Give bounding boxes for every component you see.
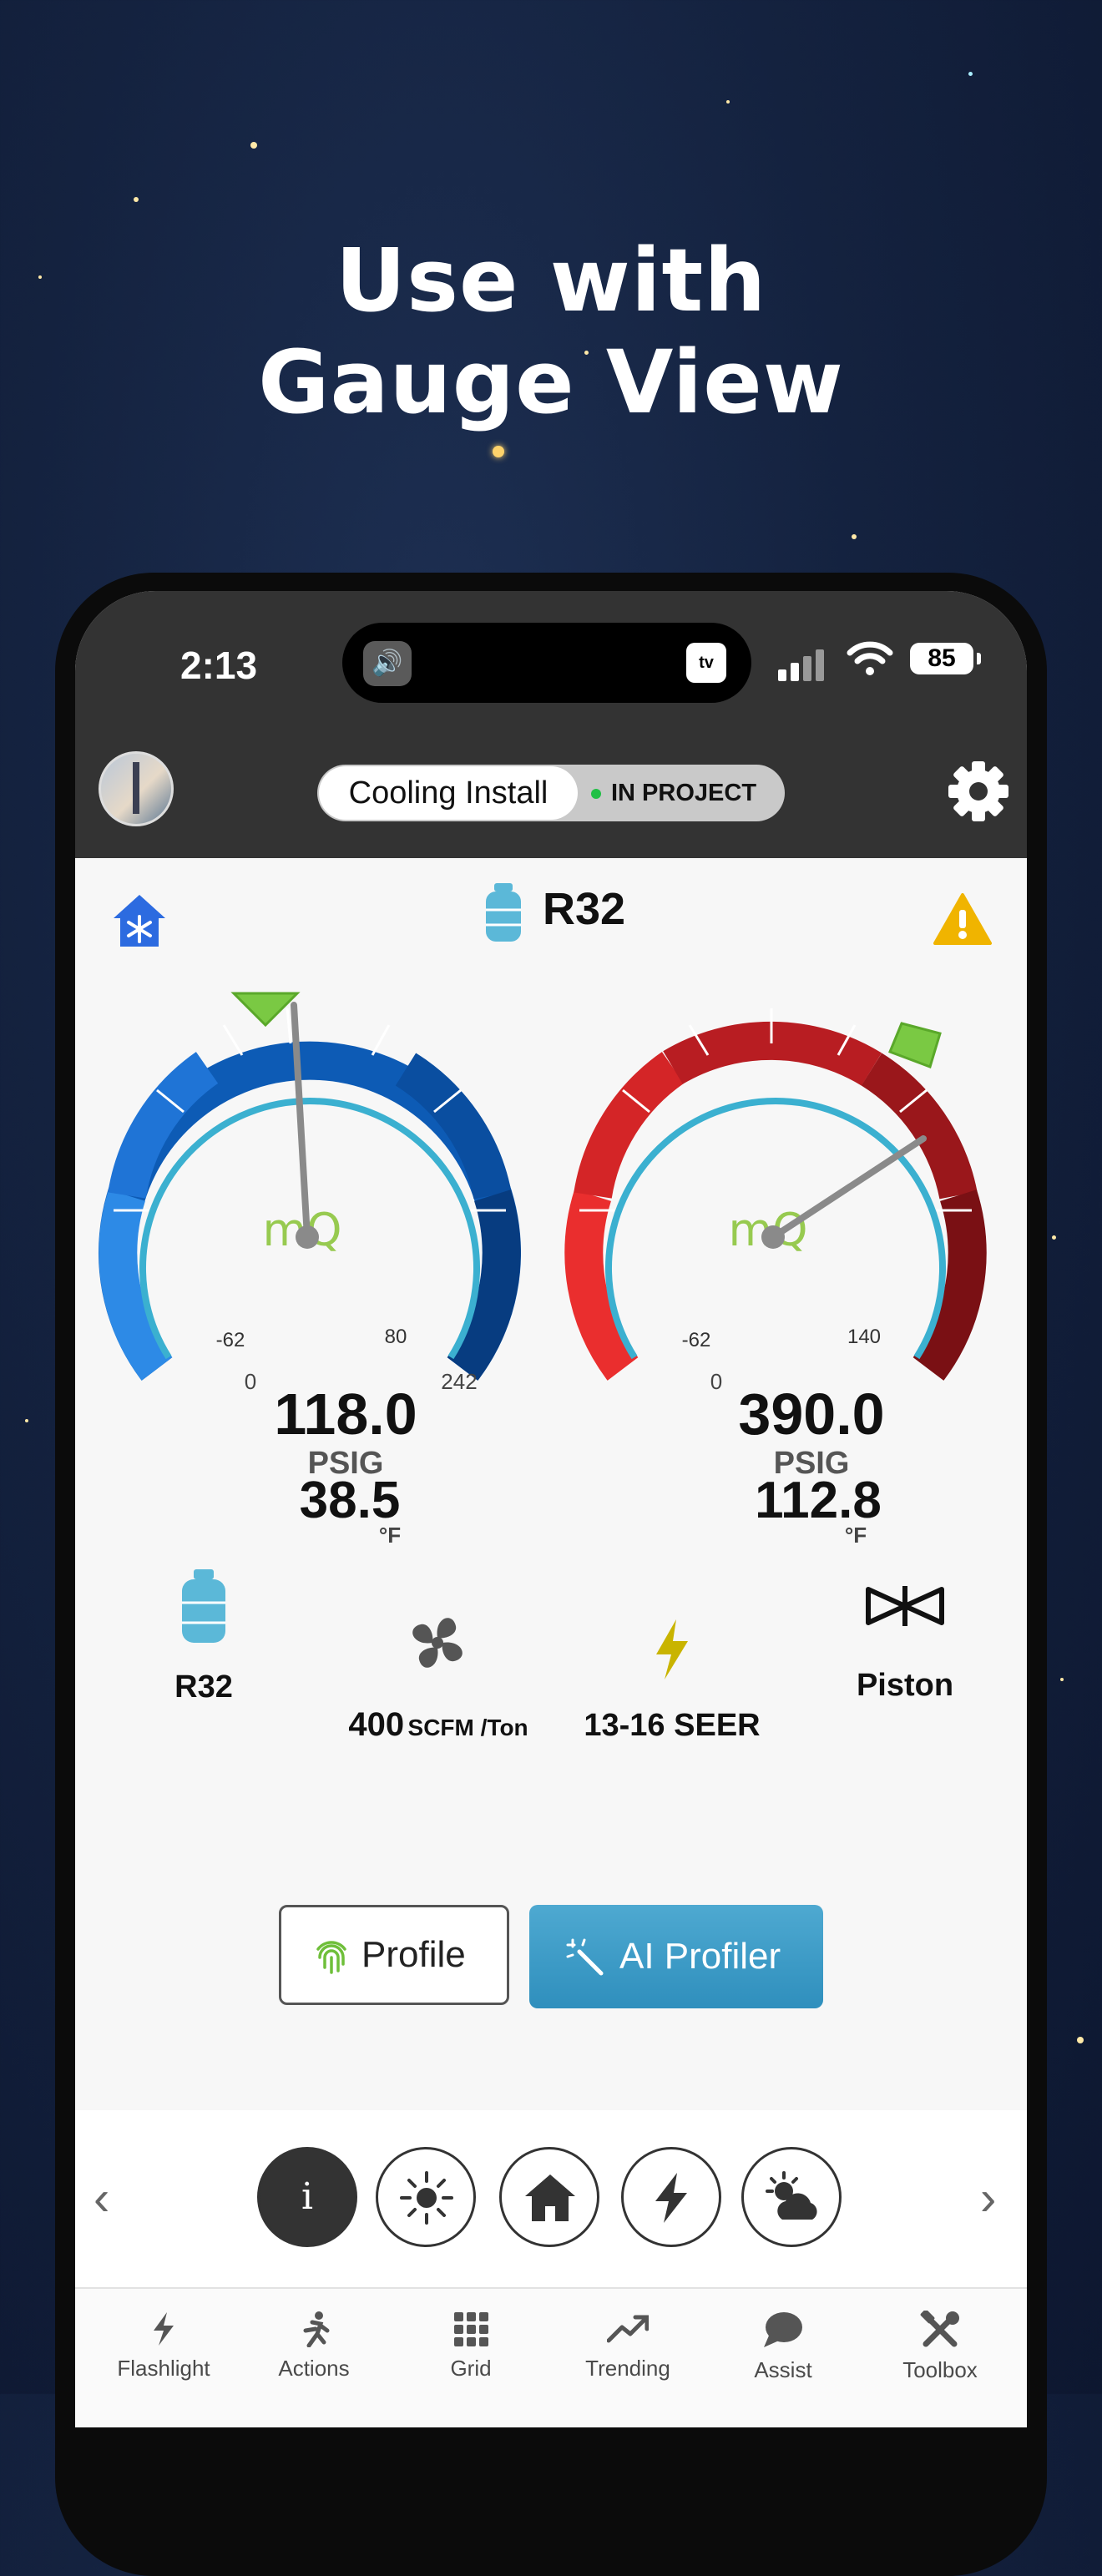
liquid-temp-unit: °F	[844, 1523, 867, 1548]
chevron-left-icon[interactable]: ‹	[94, 2170, 109, 2226]
project-toggle[interactable]: Cooling Install IN PROJECT	[317, 765, 785, 821]
bolt-mode-icon[interactable]	[621, 2147, 721, 2247]
tools-icon	[920, 2311, 959, 2347]
suction-gauge[interactable]: mQ	[97, 983, 521, 1384]
tab-grid[interactable]: Grid	[396, 2311, 546, 2382]
chevron-right-icon[interactable]: ›	[980, 2170, 996, 2226]
info-efficiency[interactable]: 13-16 SEER	[559, 1708, 785, 1744]
liquid-temp-max: 140	[847, 1326, 882, 1348]
sun-icon[interactable]	[376, 2147, 476, 2247]
liquid-pressure-unit: PSIG	[773, 1446, 850, 1481]
headline-line-1: Use with	[335, 230, 767, 331]
profile-button-label: Profile	[361, 1934, 466, 1975]
warning-icon[interactable]	[933, 893, 992, 945]
info-refrigerant[interactable]: R32	[129, 1669, 279, 1705]
suction-pressure: 118.0	[274, 1381, 417, 1447]
flashlight-icon	[154, 2312, 174, 2346]
liquid-temp-min: -62	[681, 1329, 711, 1351]
tab-actions[interactable]: Actions	[239, 2311, 389, 2382]
ai-profiler-button[interactable]: AI Profiler	[529, 1905, 823, 2008]
fingerprint-icon	[316, 1941, 346, 1974]
home-cooling-icon[interactable]	[110, 891, 169, 950]
house-icon[interactable]	[499, 2147, 599, 2247]
status-time: 2:13	[180, 644, 258, 687]
apple-tv-icon: tv	[686, 643, 726, 683]
fan-icon[interactable]	[406, 1611, 469, 1674]
running-person-icon	[303, 2311, 330, 2347]
wifi-icon	[847, 641, 893, 675]
suction-pressure-unit: PSIG	[307, 1446, 384, 1481]
gear-icon[interactable]	[945, 758, 1012, 825]
refrigerant-title: R32	[543, 884, 626, 934]
suction-temp-min: -62	[215, 1329, 245, 1351]
dynamic-island: 🔊 tv	[342, 623, 751, 703]
project-state: IN PROJECT	[591, 765, 756, 821]
grid-icon	[454, 2312, 488, 2346]
weather-icon[interactable]	[741, 2147, 842, 2247]
refrigerant-tank-icon	[486, 883, 521, 942]
avatar[interactable]	[99, 751, 174, 826]
tab-trending[interactable]: Trending	[553, 2311, 703, 2382]
tab-assist[interactable]: Assist	[708, 2311, 858, 2383]
tab-flashlight[interactable]: Flashlight	[88, 2311, 239, 2382]
status-icons: 85	[778, 639, 995, 681]
trending-icon	[607, 2315, 649, 2343]
ai-profiler-label: AI Profiler	[619, 1936, 781, 1977]
battery-indicator: 85	[910, 643, 973, 674]
app-header: 2:13 🔊 tv 85 Cooling Install IN PROJECT	[75, 591, 1027, 858]
profile-button[interactable]: Profile	[279, 1905, 509, 2005]
liquid-gauge[interactable]: mQ	[563, 983, 987, 1384]
suction-temp-unit: °F	[378, 1523, 402, 1548]
bolt-icon[interactable]	[651, 1618, 693, 1681]
refrigerant-tank-icon[interactable]	[179, 1568, 229, 1644]
info-airflow[interactable]: 400 SCFM /Ton	[309, 1706, 568, 1744]
headline-line-2: Gauge View	[258, 331, 844, 433]
headline: Use with Gauge View	[0, 230, 1102, 433]
app-screen: 2:13 🔊 tv 85 Cooling Install IN PROJECT	[75, 591, 1027, 2427]
tab-toolbox[interactable]: Toolbox	[865, 2311, 1015, 2383]
project-name: Cooling Install	[319, 766, 578, 820]
info-icon[interactable]: i	[257, 2147, 357, 2247]
suction-temp-max: 80	[384, 1326, 407, 1348]
status-dot-icon	[591, 789, 601, 800]
liquid-pressure: 390.0	[738, 1381, 885, 1447]
chat-icon	[764, 2312, 802, 2347]
metering-valve-icon[interactable]	[863, 1581, 947, 1631]
speaker-icon: 🔊	[363, 641, 412, 686]
magic-wand-icon	[566, 1938, 604, 1976]
info-metering[interactable]: Piston	[830, 1668, 980, 1704]
tab-bar: Flashlight Actions Grid Trending Assist …	[75, 2287, 1027, 2427]
